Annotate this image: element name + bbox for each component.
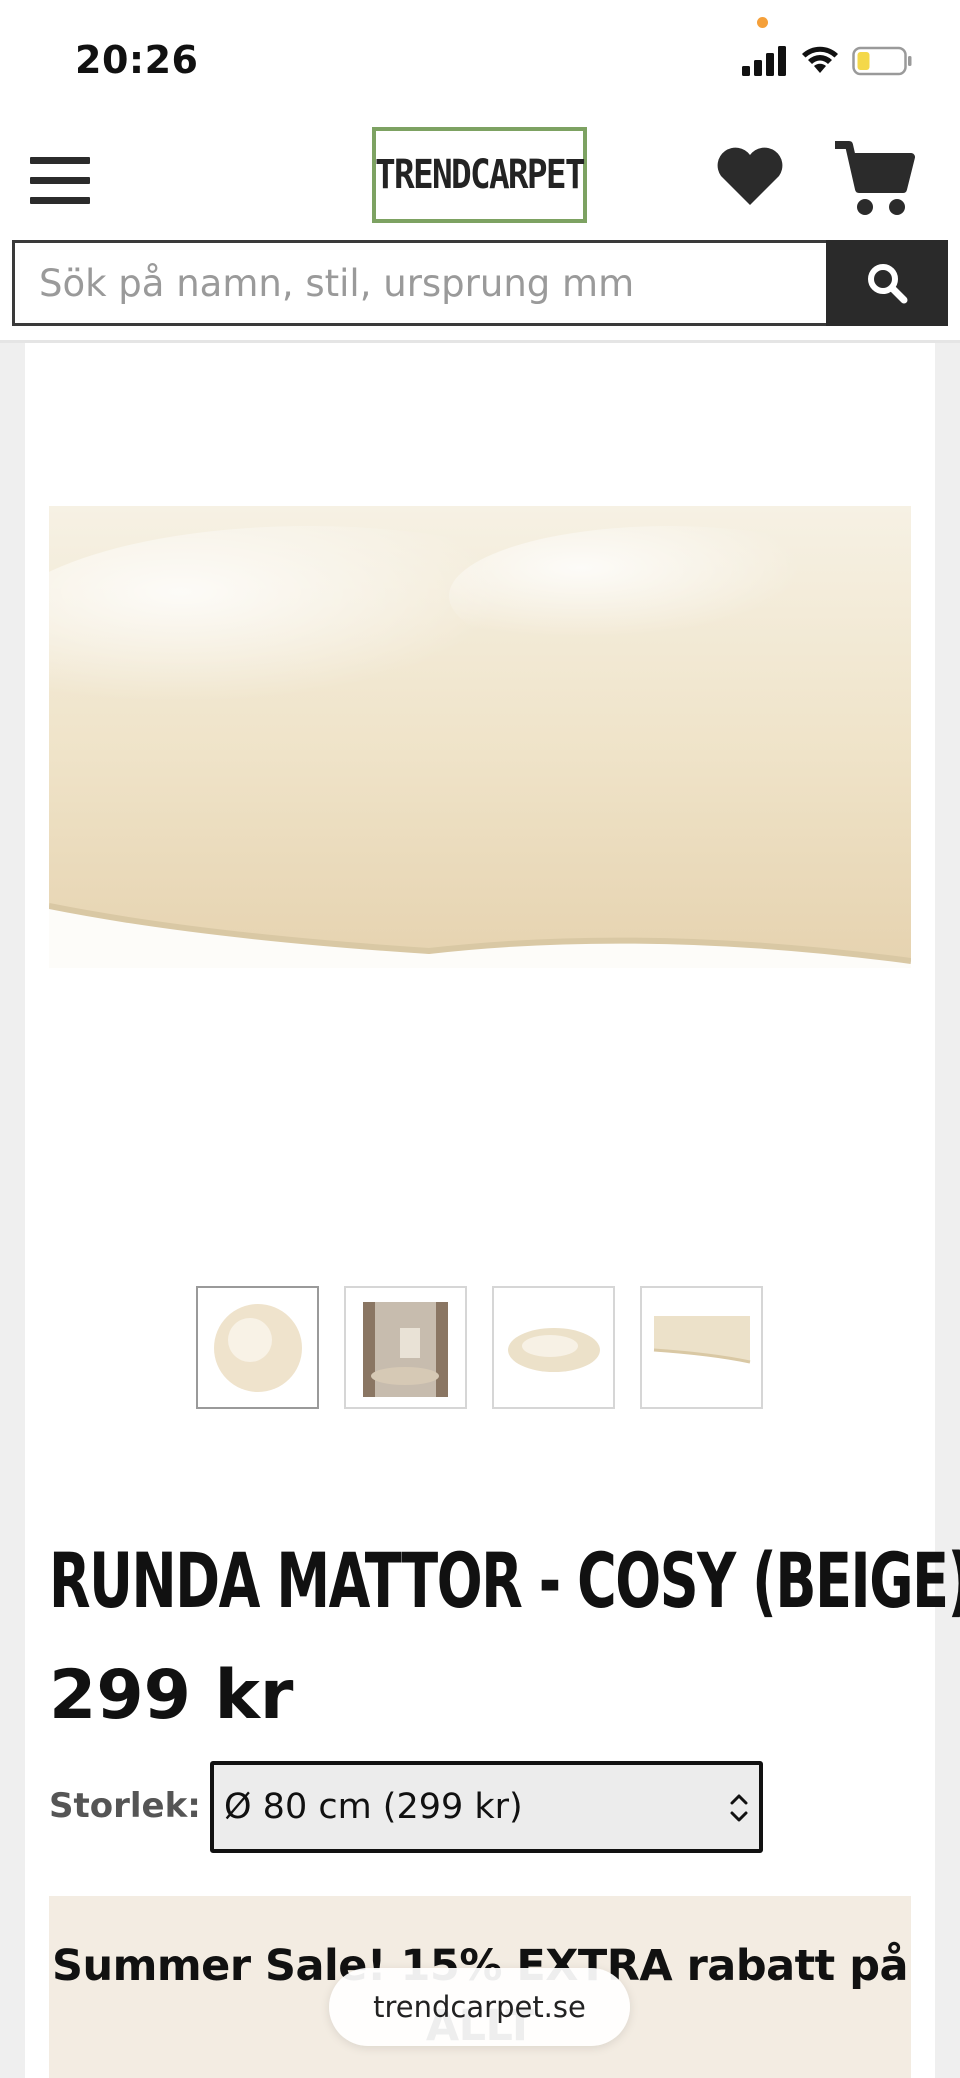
product-card: RUNDA MATTOR - COSY (BEIGE) 299 kr Storl… — [25, 343, 960, 2078]
cellular-signal-icon — [742, 46, 786, 76]
heart-icon[interactable] — [715, 145, 785, 207]
wifi-icon — [802, 46, 838, 73]
logo-text: TRENDCARPET — [375, 152, 586, 198]
status-time: 20:26 — [75, 38, 199, 82]
status-bar: 20:26 — [0, 0, 960, 115]
hamburger-menu-icon[interactable] — [30, 157, 92, 205]
thumbnail-4[interactable] — [640, 1286, 763, 1409]
thumbnail-2[interactable] — [344, 1286, 467, 1409]
battery-icon — [852, 46, 912, 76]
thumbnail-gallery — [196, 1286, 763, 1409]
browser-url-pill[interactable]: trendcarpet.se — [329, 1968, 630, 2046]
select-chevron-icon — [730, 1794, 748, 1822]
site-header: TRENDCARPET — [0, 115, 960, 240]
thumbnail-1[interactable] — [196, 1286, 319, 1409]
cart-icon[interactable] — [833, 139, 915, 219]
product-title: RUNDA MATTOR - COSY (BEIGE) — [49, 1536, 960, 1625]
size-selected-value: Ø 80 cm (299 kr) — [224, 1787, 523, 1827]
search-button[interactable] — [826, 240, 948, 326]
search-icon — [868, 264, 908, 304]
search-input[interactable] — [12, 240, 826, 326]
size-select[interactable]: Ø 80 cm (299 kr) — [210, 1761, 763, 1853]
thumbnail-3[interactable] — [492, 1286, 615, 1409]
product-price: 299 kr — [49, 1656, 294, 1735]
size-label: Storlek: — [49, 1786, 201, 1826]
product-main-image[interactable] — [49, 506, 911, 968]
search-bar — [12, 240, 948, 326]
site-logo[interactable]: TRENDCARPET — [372, 127, 587, 223]
privacy-indicator-dot — [757, 17, 768, 28]
browser-url: trendcarpet.se — [373, 1990, 586, 2024]
